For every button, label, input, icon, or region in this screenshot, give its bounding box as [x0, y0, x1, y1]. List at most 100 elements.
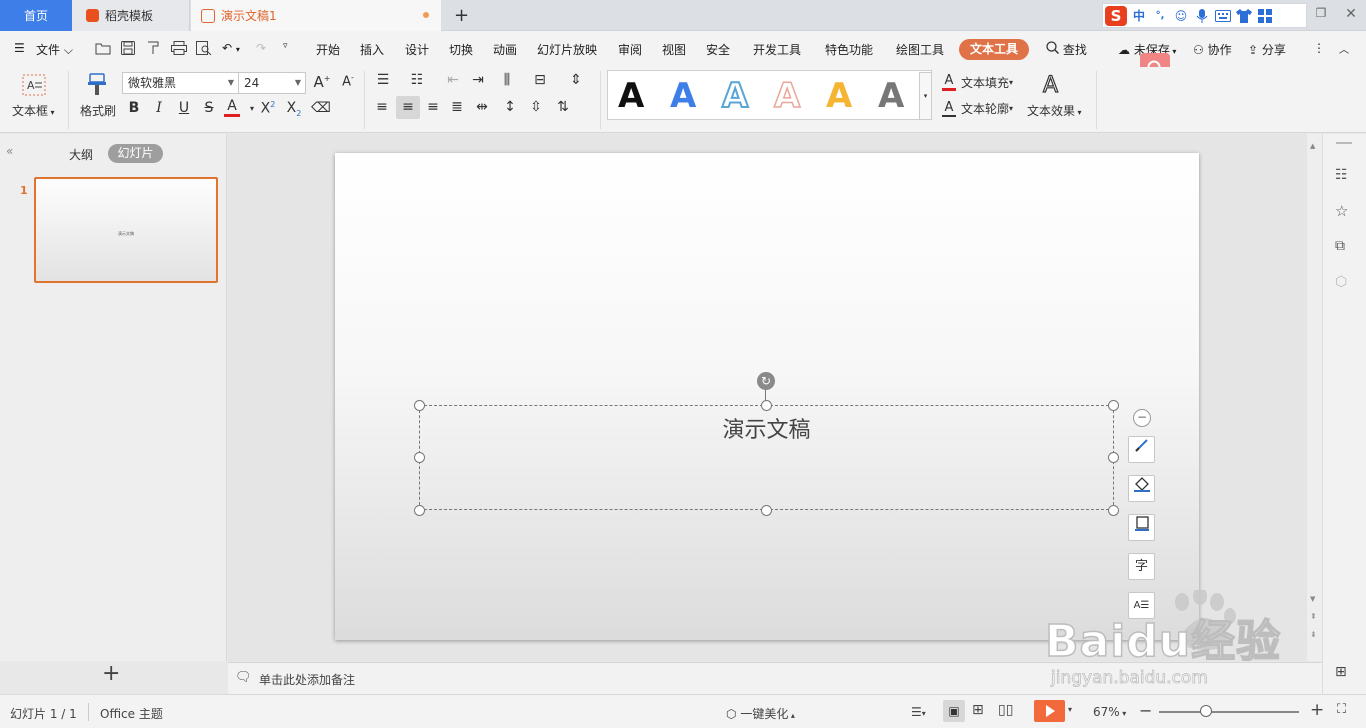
font-size-select[interactable]: 24 ▼: [238, 72, 306, 94]
resize-handle-se[interactable]: [1108, 505, 1119, 516]
bullet-list-icon[interactable]: ☰: [373, 72, 393, 88]
justify-icon[interactable]: ≣: [447, 99, 467, 115]
strikethrough-icon[interactable]: S: [199, 100, 219, 116]
animation-star-icon[interactable]: ☆: [1335, 202, 1348, 220]
close-window-icon[interactable]: ✕: [1343, 6, 1359, 22]
save-icon[interactable]: [121, 41, 135, 58]
subscript-icon[interactable]: X2: [284, 100, 304, 118]
normal-view-icon[interactable]: ▣: [943, 700, 965, 722]
wordart-style-outline-pink[interactable]: A: [773, 76, 801, 116]
text-outline-button[interactable]: A 文本轮廓 ▾: [942, 100, 1013, 117]
open-folder-icon[interactable]: [95, 41, 111, 58]
notes-toggle-icon[interactable]: ☰▾: [911, 705, 926, 719]
format-painter-label[interactable]: 格式刷: [80, 102, 116, 119]
search-button[interactable]: 查找: [1046, 41, 1087, 58]
tab-slides[interactable]: 幻灯片: [108, 144, 163, 163]
notes-bar[interactable]: 🗨 单击此处添加备注: [228, 662, 1322, 694]
increase-indent-icon[interactable]: ⇥: [468, 72, 488, 88]
bold-icon[interactable]: B: [124, 100, 144, 116]
resize-handle-n[interactable]: [761, 400, 772, 411]
ime-punct-toggle[interactable]: °,: [1151, 7, 1169, 25]
zoom-slider-knob[interactable]: [1199, 705, 1212, 717]
font-name-select[interactable]: 微软雅黑 ▼: [122, 72, 239, 94]
slide-title[interactable]: 演示文稿: [420, 412, 1113, 444]
resize-handle-sw[interactable]: [414, 505, 425, 516]
align-right-icon[interactable]: ≡: [423, 99, 443, 115]
next-slide-icon[interactable]: ⇟: [1310, 630, 1317, 639]
spacing-options-icon[interactable]: ⇅: [553, 99, 573, 115]
properties-sliders-icon[interactable]: ☷: [1335, 167, 1348, 183]
font-size-decrease-icon[interactable]: A-: [338, 73, 358, 89]
microphone-icon[interactable]: [1193, 7, 1211, 25]
prev-slide-icon[interactable]: ⇞: [1310, 612, 1317, 621]
reading-view-icon[interactable]: ▯▯: [998, 702, 1013, 718]
collapse-float-tools-icon[interactable]: −: [1133, 409, 1151, 427]
resize-handle-s[interactable]: [761, 505, 772, 516]
menu-review[interactable]: 审阅: [618, 41, 642, 58]
print-icon[interactable]: [171, 41, 187, 58]
play-options-icon[interactable]: ▾: [1068, 705, 1072, 714]
italic-icon[interactable]: I: [149, 100, 169, 116]
resize-handle-w[interactable]: [414, 452, 425, 463]
vertical-scrollbar[interactable]: ▲ ▼ ⇞ ⇟: [1307, 134, 1322, 661]
decrease-indent-icon[interactable]: ⇤: [443, 72, 463, 88]
menu-drawing-tools[interactable]: 绘图工具: [896, 41, 944, 58]
resize-handle-e[interactable]: [1108, 452, 1119, 463]
superscript-icon[interactable]: X2: [258, 100, 278, 117]
scroll-up-icon[interactable]: ▲: [1310, 142, 1315, 150]
wordart-style-orange[interactable]: A: [826, 77, 852, 115]
tab-home[interactable]: 首页: [0, 0, 72, 31]
text-fill-button[interactable]: A 文本填充 ▾: [942, 74, 1013, 91]
menu-start[interactable]: 开始: [316, 41, 340, 58]
align-text-icon[interactable]: ⊟: [530, 72, 550, 88]
share-button[interactable]: ⇪ 分享: [1248, 41, 1286, 58]
align-left-icon[interactable]: ≡: [372, 99, 392, 115]
sogou-logo-icon[interactable]: S: [1105, 5, 1127, 26]
wordart-style-blue[interactable]: A: [670, 77, 696, 115]
paragraph-spacing-icon[interactable]: ⇳: [526, 99, 546, 115]
menu-security[interactable]: 安全: [706, 41, 730, 58]
collapse-ribbon-icon[interactable]: ︿: [1339, 41, 1349, 56]
line-spacing-icon[interactable]: ↕: [500, 99, 520, 115]
menu-slideshow[interactable]: 幻灯片放映: [537, 41, 597, 58]
gallery-scroll-button[interactable]: ▾: [919, 72, 932, 120]
play-slideshow-button[interactable]: [1034, 700, 1065, 722]
paragraph-direction-icon[interactable]: ⇕: [566, 72, 586, 88]
print-preview-icon[interactable]: [196, 41, 212, 58]
slide-canvas[interactable]: [335, 153, 1199, 640]
font-color-icon[interactable]: A: [224, 98, 240, 117]
menu-transition[interactable]: 切换: [449, 41, 473, 58]
theme-name[interactable]: Office 主题: [100, 705, 163, 722]
rotate-handle-icon[interactable]: ↻: [757, 372, 775, 390]
zoom-slider[interactable]: [1159, 711, 1299, 713]
emoji-icon[interactable]: ☺: [1172, 7, 1190, 25]
tab-docer-templates[interactable]: 稻壳模板: [72, 0, 190, 31]
font-size-increase-icon[interactable]: A+: [312, 73, 332, 91]
file-menu[interactable]: 文件 ⌵: [36, 41, 73, 58]
ime-lang-toggle[interactable]: 中: [1130, 7, 1148, 25]
resize-handle-nw[interactable]: [414, 400, 425, 411]
float-text-format-icon[interactable]: 字: [1128, 553, 1155, 580]
textbox-button[interactable]: 文本框 ▾: [12, 102, 55, 119]
float-shape-fill-icon[interactable]: [1128, 475, 1155, 502]
menu-design[interactable]: 设计: [405, 41, 429, 58]
menu-text-tools[interactable]: 文本工具: [959, 39, 1029, 60]
menu-developer[interactable]: 开发工具: [753, 41, 801, 58]
float-text-wrap-icon[interactable]: A☰: [1128, 592, 1155, 619]
clear-format-eraser-icon[interactable]: ⌫: [311, 100, 331, 116]
menu-features[interactable]: 特色功能: [825, 41, 873, 58]
notes-placeholder[interactable]: 单击此处添加备注: [259, 671, 355, 688]
underline-icon[interactable]: U: [174, 100, 194, 116]
tab-outline[interactable]: 大纲: [69, 146, 93, 163]
cube-icon[interactable]: ⬡: [1335, 274, 1347, 290]
align-center-icon[interactable]: ≡: [396, 96, 420, 119]
menu-insert[interactable]: 插入: [360, 41, 384, 58]
restore-window-icon[interactable]: ❐: [1313, 6, 1329, 22]
float-outline-icon[interactable]: [1128, 514, 1155, 541]
numbered-list-icon[interactable]: ☷: [407, 72, 427, 88]
format-painter-icon[interactable]: [86, 73, 108, 100]
slide-thumbnail[interactable]: 演示文稿: [34, 177, 218, 283]
tab-presentation[interactable]: 演示文稿1: [191, 0, 441, 31]
add-slide-plus-icon[interactable]: +: [102, 663, 120, 685]
distribute-icon[interactable]: ⇹: [472, 99, 492, 115]
